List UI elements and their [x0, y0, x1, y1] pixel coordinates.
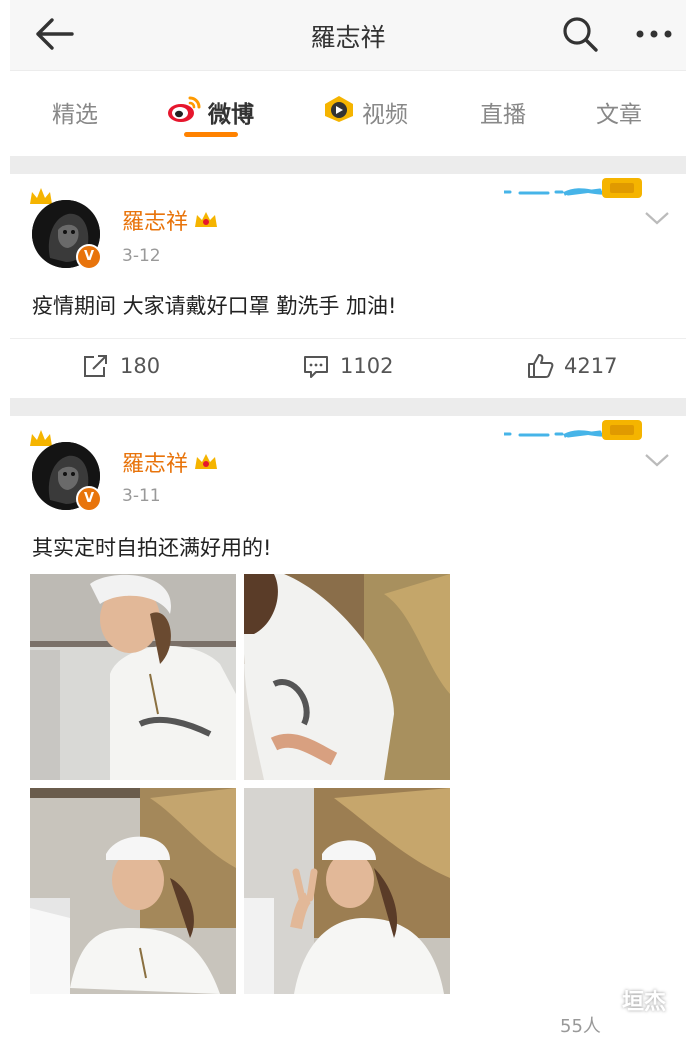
tab-label: 精选	[52, 102, 98, 128]
vip-crown-icon	[192, 209, 220, 237]
chevron-down-icon[interactable]	[644, 452, 670, 468]
author-name-text: 羅志祥	[122, 452, 189, 477]
comment-button[interactable]: 1102	[302, 353, 393, 379]
comment-count: 1102	[340, 354, 394, 378]
active-tab-indicator	[184, 132, 238, 137]
post-action-bar: 180 1102 4217	[10, 338, 686, 399]
tab-label: 文章	[596, 102, 642, 128]
post-card[interactable]: V 羅志祥 3-11 其实定时自拍还满好用的!	[10, 416, 686, 1033]
more-options-icon[interactable]	[632, 18, 680, 50]
weibo-logo-icon	[166, 94, 202, 130]
like-button[interactable]: 4217	[526, 353, 617, 379]
footer-count: 55人	[560, 1016, 601, 1037]
divider	[10, 156, 686, 174]
author-name[interactable]: 羅志祥	[122, 204, 220, 237]
tab-label: 微博	[208, 102, 254, 128]
video-play-icon	[322, 94, 356, 130]
verified-badge-icon: V	[76, 486, 102, 512]
tab-label: 直播	[480, 102, 526, 128]
repost-count: 180	[120, 354, 161, 378]
search-icon[interactable]	[558, 12, 602, 56]
author-name-text: 羅志祥	[122, 210, 189, 235]
divider	[10, 398, 686, 416]
repost-icon	[84, 355, 107, 377]
tab-bar: 精选 微博 视频 直播 文章	[10, 72, 686, 156]
comment-icon	[304, 356, 328, 378]
post-time: 3-11	[122, 486, 161, 506]
repost-button[interactable]: 180	[82, 353, 160, 379]
card-decoration-icon	[502, 418, 654, 444]
thumbs-up-icon	[528, 354, 554, 378]
tab-featured[interactable]: 精选	[52, 92, 98, 132]
post-photo[interactable]	[30, 574, 236, 780]
author-name[interactable]: 羅志祥	[122, 446, 220, 479]
tab-label: 视频	[362, 102, 408, 128]
post-card[interactable]: V 羅志祥 3-12 疫情期间 大家请戴好口罩 勤洗手 加油! 180 1102…	[10, 174, 686, 398]
vip-crown-icon	[192, 451, 220, 479]
tab-live[interactable]: 直播	[480, 92, 526, 132]
post-photo[interactable]	[30, 788, 236, 994]
post-text: 其实定时自拍还满好用的!	[32, 536, 272, 560]
post-photo[interactable]	[244, 788, 450, 994]
watermark-text: 垣杰	[622, 990, 667, 1015]
tab-weibo[interactable]: 微博	[166, 92, 254, 132]
top-bar: 羅志祥	[10, 0, 686, 71]
post-photo[interactable]	[244, 574, 450, 780]
like-count: 4217	[564, 354, 618, 378]
tab-articles[interactable]: 文章	[596, 92, 642, 132]
verified-badge-icon: V	[76, 244, 102, 270]
post-time: 3-12	[122, 246, 161, 266]
card-decoration-icon	[502, 176, 654, 202]
chevron-down-icon[interactable]	[644, 210, 670, 226]
tab-video[interactable]: 视频	[322, 92, 408, 132]
post-text: 疫情期间 大家请戴好口罩 勤洗手 加油!	[32, 294, 397, 318]
